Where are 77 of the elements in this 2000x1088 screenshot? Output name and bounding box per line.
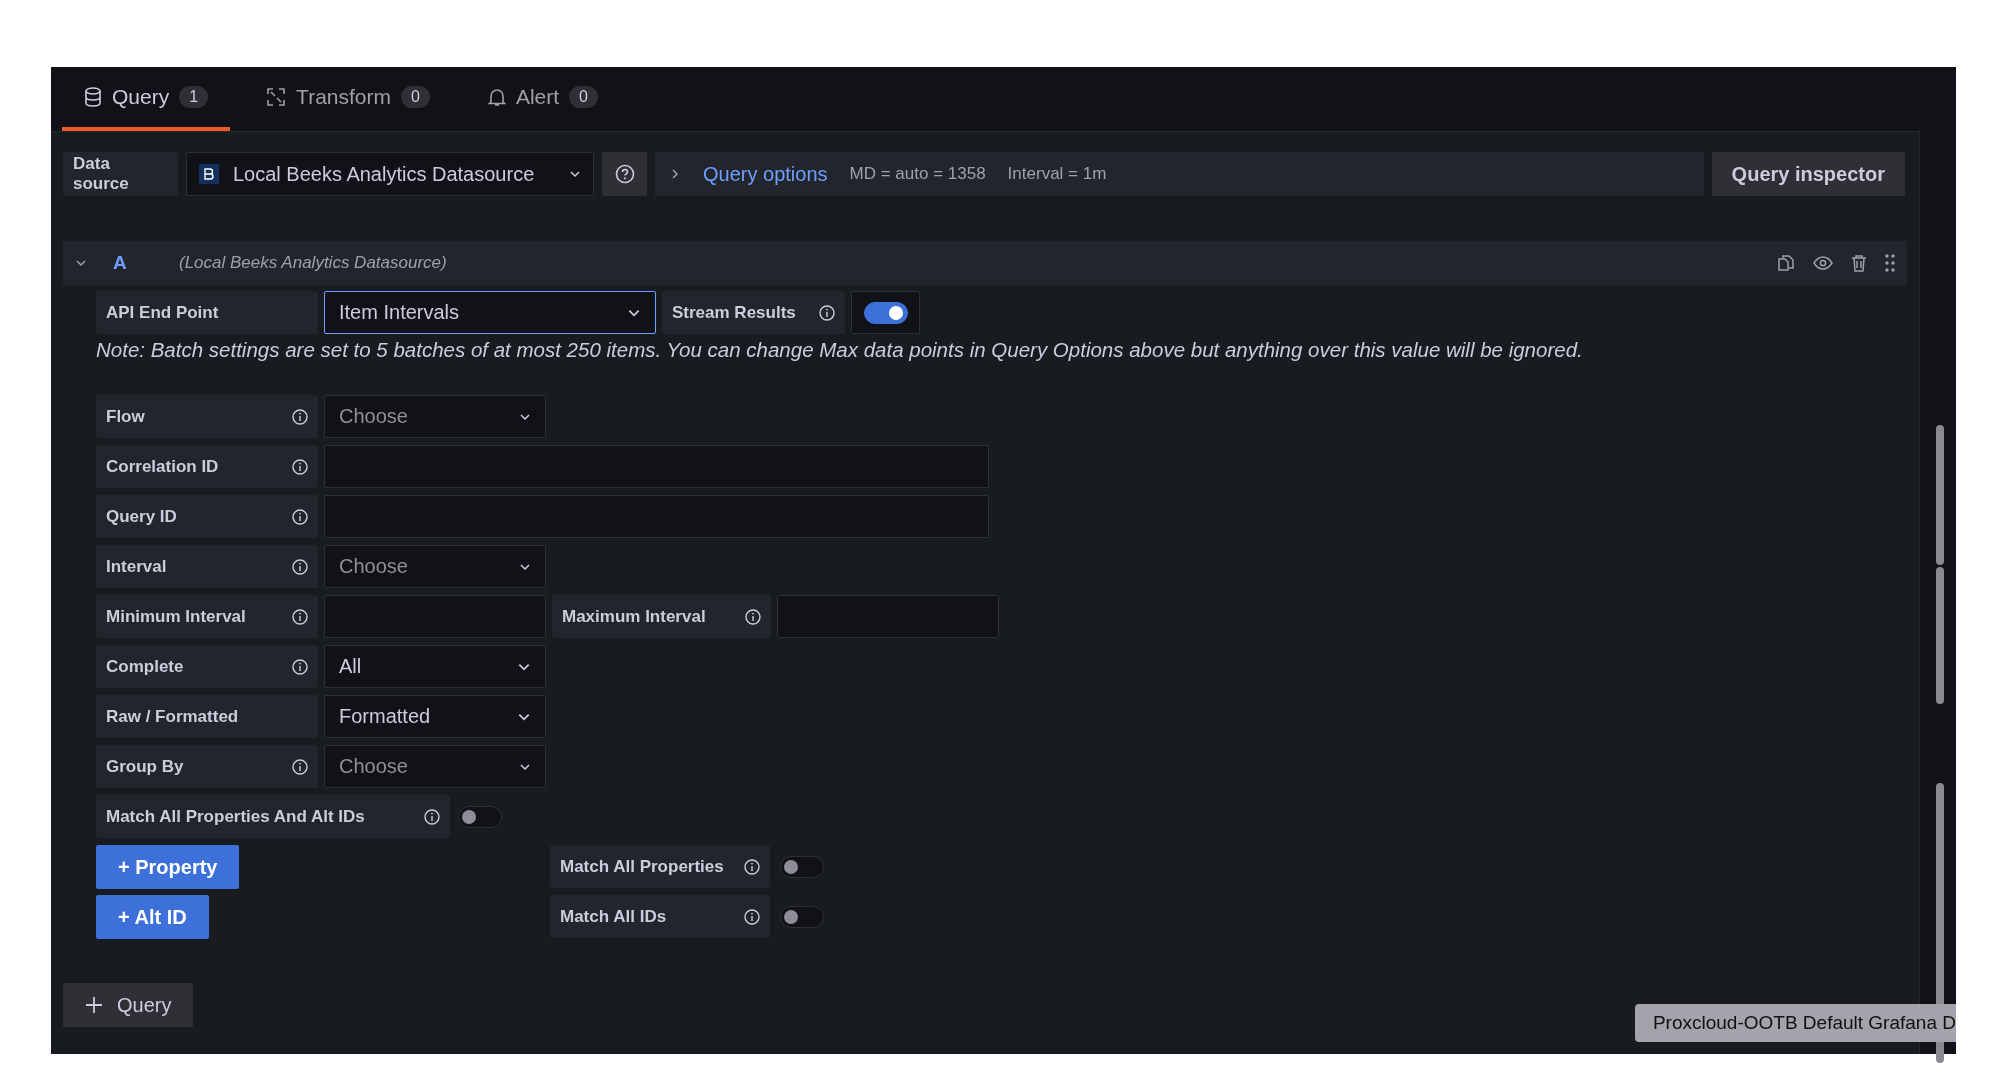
label-text: Raw / Formatted bbox=[106, 706, 239, 727]
count-badge: 0 bbox=[401, 86, 430, 108]
toggle-switch[interactable] bbox=[863, 301, 908, 324]
toggle-switch[interactable] bbox=[780, 855, 824, 878]
drag-handle-icon[interactable] bbox=[1885, 254, 1895, 272]
tab[interactable]: Alert 0 bbox=[465, 67, 620, 131]
interval-text: Interval = 1m bbox=[1007, 164, 1107, 184]
tab-label: Alert bbox=[515, 85, 560, 109]
note-text: Note: Batch settings are set to 5 batches of at most 250 items. You can change Max data points in Query Options above but anything over this value will be ignored. bbox=[96, 338, 1584, 362]
label-text: Query ID bbox=[106, 506, 177, 527]
label-text: Maximum Interval bbox=[562, 606, 706, 627]
label-text: Minimum Interval bbox=[106, 606, 246, 627]
info-icon bbox=[819, 304, 835, 321]
datasource-select[interactable]: Local Beeks Analytics Datasource bbox=[186, 152, 594, 196]
select-field[interactable]: Choose bbox=[324, 545, 546, 588]
tab-label: Transform bbox=[296, 85, 391, 109]
add-query-button[interactable]: Query bbox=[63, 983, 194, 1027]
label-text: Match All IDs bbox=[560, 906, 667, 927]
help-icon bbox=[614, 164, 635, 184]
info-icon bbox=[292, 558, 308, 575]
info-icon bbox=[292, 608, 308, 625]
label-text: Flow bbox=[106, 406, 145, 427]
copy-icon[interactable] bbox=[1777, 254, 1795, 272]
query-ref: A bbox=[113, 252, 128, 274]
chevron-icon bbox=[569, 168, 581, 180]
label-text: Complete bbox=[106, 656, 184, 677]
eye-icon[interactable] bbox=[1813, 254, 1833, 272]
help-button[interactable] bbox=[602, 152, 647, 196]
bell-icon bbox=[487, 87, 506, 107]
toggle-switch[interactable] bbox=[458, 805, 502, 828]
query-inspector-button[interactable]: Query inspector bbox=[1711, 152, 1905, 196]
max-data-points-text: MD = auto = 1358 bbox=[849, 164, 986, 184]
tooltip: Proxcloud-OOTB Default Grafana D bbox=[1634, 1004, 1956, 1042]
database-icon bbox=[84, 87, 102, 107]
chevron-icon bbox=[75, 257, 87, 269]
info-icon bbox=[292, 658, 308, 675]
scrollbar-thumb[interactable] bbox=[1936, 425, 1944, 565]
query-datasource-text: (Local Beeks Analytics Datasource) bbox=[179, 253, 448, 273]
input-field[interactable] bbox=[324, 495, 989, 538]
scrollbar-thumb[interactable] bbox=[1936, 567, 1944, 704]
trash-icon[interactable] bbox=[1851, 254, 1867, 272]
info-icon bbox=[744, 908, 760, 925]
tab-label: Query bbox=[112, 85, 170, 109]
query-options-link[interactable]: Query options bbox=[703, 162, 828, 186]
label-text: API End Point bbox=[106, 302, 219, 323]
input-field[interactable] bbox=[324, 445, 989, 488]
info-icon bbox=[292, 408, 308, 425]
select-field[interactable]: All bbox=[324, 645, 546, 688]
count-badge: 0 bbox=[569, 86, 598, 108]
input-field[interactable] bbox=[777, 595, 999, 638]
info-icon bbox=[744, 858, 760, 875]
chevron-icon bbox=[669, 168, 681, 180]
input-field[interactable] bbox=[324, 595, 546, 638]
info-icon bbox=[292, 458, 308, 475]
info-icon bbox=[292, 758, 308, 775]
select-field[interactable]: Formatted bbox=[324, 695, 546, 738]
toggle-switch[interactable] bbox=[780, 905, 824, 928]
add-button[interactable]: + Alt ID bbox=[96, 895, 209, 939]
add-button[interactable]: + Property bbox=[96, 845, 240, 889]
tab[interactable]: Transform 0 bbox=[244, 67, 452, 131]
info-icon bbox=[745, 608, 761, 625]
label-text: Match All Properties And Alt IDs bbox=[106, 806, 365, 827]
label-text: Interval bbox=[106, 556, 167, 577]
info-icon bbox=[424, 808, 440, 825]
label-text: Match All Properties bbox=[560, 856, 724, 877]
select-field[interactable]: Choose bbox=[324, 745, 546, 788]
info-icon bbox=[292, 508, 308, 525]
transform-icon bbox=[266, 87, 287, 107]
label-text: Stream Results bbox=[672, 302, 796, 323]
count-badge: 1 bbox=[179, 86, 209, 108]
plus-icon bbox=[85, 996, 103, 1014]
datasource-logo-icon bbox=[199, 164, 219, 184]
select-field[interactable]: Choose bbox=[324, 395, 546, 438]
label-text: Data source bbox=[73, 154, 130, 194]
select-field[interactable]: Item Intervals bbox=[324, 291, 656, 334]
label-text: Correlation ID bbox=[106, 456, 219, 477]
label-text: Group By bbox=[106, 756, 184, 777]
